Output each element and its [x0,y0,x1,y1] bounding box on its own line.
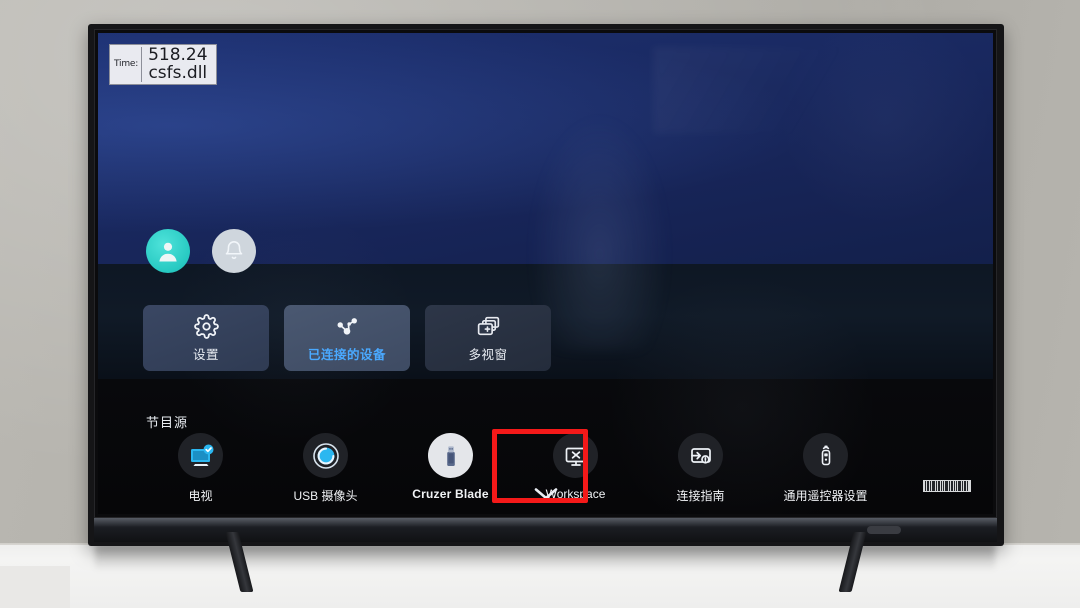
tile-connected-devices[interactable]: 已连接的设备 [284,305,410,371]
source-item-tv-label: 电视 [188,489,213,503]
usb-flash-drive-icon [428,433,473,478]
time-overlay-badge: Time: 518.24 csfs.dll [109,44,217,85]
source-item-cruzer-blade[interactable]: Cruzer Blade [388,433,513,504]
time-overlay-values: 518.24 csfs.dll [142,46,213,83]
chevron-down-icon [534,488,557,500]
profile-avatar-button[interactable] [146,229,190,273]
user-avatar-icon [159,242,177,262]
tile-connected-devices-label: 已连接的设备 [307,348,386,362]
connection-guide-icon [678,433,723,478]
tile-settings-label: 设置 [192,348,219,362]
sources-list: 电视 USB 摄像头 Cruzer Blade Workspace 连接指南 通… [138,433,983,504]
connected-devices-icon [334,313,361,339]
notifications-button[interactable] [212,229,256,273]
sources-section-title: 节目源 [146,415,189,430]
source-item-cruzer-blade-label: Cruzer Blade [412,487,489,501]
tile-multi-window[interactable]: 多视窗 [425,305,551,371]
universal-remote-icon [803,433,848,478]
gear-icon [193,313,219,339]
tile-settings[interactable]: 设置 [143,305,269,371]
source-item-universal-remote[interactable]: 通用遥控器设置 [763,433,888,504]
tv-monitor-check-icon [178,433,223,478]
source-item-tv[interactable]: 电视 [138,433,263,504]
quick-settings-tiles: 设置 已连接的设备 多视窗 [143,305,551,371]
tv-screen: Time: 518.24 csfs.dll 设置 已连接的设备 多视窗 节目源 … [98,33,993,514]
camera-lens-icon [303,433,348,478]
table-side-face [0,566,70,608]
bell-icon [225,241,243,260]
workspace-monitor-icon [553,433,598,478]
time-overlay-value: 518.24 [148,45,208,65]
tv-power-button[interactable] [867,526,901,534]
tile-multi-window-label: 多视窗 [468,348,508,362]
source-item-universal-remote-label: 通用遥控器设置 [783,489,868,503]
scroll-down-button[interactable] [533,486,559,506]
multi-window-icon [475,313,502,339]
television: Time: 518.24 csfs.dll 设置 已连接的设备 多视窗 节目源 … [88,24,1004,592]
time-overlay-label: Time: [114,59,139,70]
source-item-usb-camera[interactable]: USB 摄像头 [263,433,388,504]
time-overlay-module: csfs.dll [148,63,208,84]
tv-chin-reflection [94,518,997,527]
source-item-usb-camera-label: USB 摄像头 [293,489,358,503]
barcode-sticker [923,480,971,492]
screen-glare [652,47,886,134]
account-row [146,229,256,273]
source-item-connection-guide[interactable]: 连接指南 [638,433,763,504]
source-item-connection-guide-label: 连接指南 [676,489,725,503]
